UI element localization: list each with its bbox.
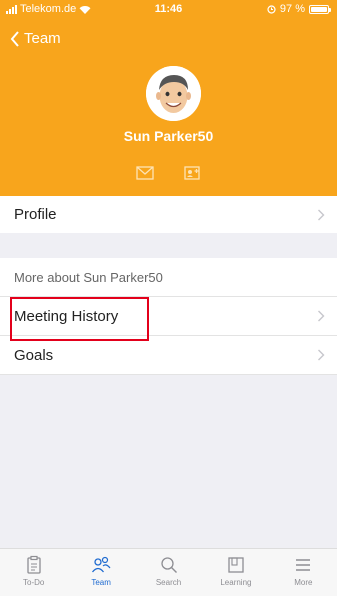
goals-label: Goals	[14, 346, 54, 364]
profile-label: Profile	[14, 206, 57, 223]
profile-row[interactable]: Profile	[0, 196, 337, 233]
add-contact-icon[interactable]	[183, 166, 202, 180]
chevron-right-icon	[318, 209, 325, 220]
divider	[0, 374, 337, 375]
back-button[interactable]: Team	[10, 30, 61, 47]
battery-info: 97 %	[267, 3, 331, 15]
clipboard-icon	[27, 555, 41, 574]
tab-more[interactable]: More	[270, 549, 337, 596]
tab-label: Learning	[220, 578, 252, 587]
user-name: Sun Parker50	[123, 128, 214, 144]
status-bar: Telekom.de 11:46 97 %	[0, 0, 337, 20]
back-label: Team	[24, 30, 61, 47]
tab-label: Team	[91, 578, 111, 587]
tab-search[interactable]: Search	[135, 549, 202, 596]
section-title: More about Sun Parker50	[0, 258, 337, 296]
tab-learning[interactable]: Learning	[202, 549, 269, 596]
tab-label: More	[294, 578, 313, 587]
avatar-image	[146, 66, 201, 121]
search-icon	[160, 557, 177, 573]
battery-icon	[309, 4, 331, 14]
chevron-left-icon	[10, 30, 19, 47]
avatar	[146, 66, 201, 121]
contact-actions	[0, 166, 337, 180]
chevron-right-icon	[318, 349, 325, 361]
menu-icon	[296, 559, 311, 571]
alarm-icon	[267, 4, 276, 14]
mail-icon[interactable]	[135, 166, 154, 180]
tab-bar: To-Do Team Search Learning More	[0, 548, 337, 596]
section-title-label: More about Sun Parker50	[14, 269, 163, 285]
book-icon	[228, 557, 244, 573]
goals-row[interactable]: Goals	[0, 336, 337, 374]
tab-team[interactable]: Team	[67, 549, 134, 596]
highlight-box	[10, 297, 149, 341]
tab-todo[interactable]: To-Do	[0, 549, 67, 596]
profile-header: Telekom.de 11:46 97 % Team Sun Parker50	[0, 0, 337, 196]
tab-label: To-Do	[23, 578, 45, 587]
battery-percent: 97 %	[279, 3, 305, 15]
people-icon	[92, 556, 111, 573]
tab-label: Search	[155, 578, 182, 587]
chevron-right-icon	[318, 310, 325, 322]
